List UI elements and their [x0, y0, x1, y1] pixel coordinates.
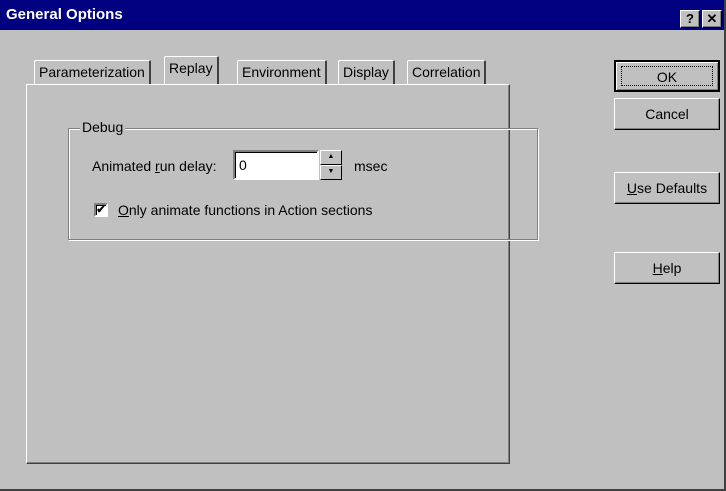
tab-replay[interactable]: Replay: [164, 56, 219, 84]
delay-unit-label: msec: [354, 158, 388, 174]
animated-run-delay-label: Animated run delay:: [92, 158, 217, 174]
spin-up-button[interactable]: ▲: [320, 150, 342, 165]
help-icon[interactable]: ?: [680, 10, 700, 28]
help-button[interactable]: Help: [614, 252, 720, 284]
tab-correlation[interactable]: Correlation: [407, 60, 487, 84]
cancel-button[interactable]: Cancel: [614, 98, 720, 130]
close-icon[interactable]: ✕: [702, 10, 722, 28]
tab-display[interactable]: Display: [338, 60, 395, 84]
tab-environment[interactable]: Environment: [237, 60, 327, 84]
window-title: General Options: [6, 6, 123, 23]
focus-rect: [621, 66, 713, 86]
debug-group-legend: Debug: [80, 119, 126, 135]
ok-button[interactable]: OK: [614, 60, 720, 92]
animate-action-sections-checkbox[interactable]: ✔: [94, 203, 108, 217]
debug-groupbox: [68, 128, 538, 240]
run-delay-input[interactable]: [233, 150, 319, 180]
general-options-dialog: General Options ? ✕ Parameterization Rep…: [0, 0, 726, 491]
spin-down-button[interactable]: ▼: [320, 165, 342, 180]
title-bar[interactable]: General Options ? ✕: [0, 0, 724, 30]
animate-action-sections-label[interactable]: Only animate functions in Action section…: [118, 202, 372, 218]
use-defaults-button[interactable]: Use Defaults: [614, 172, 720, 204]
tab-parameterization[interactable]: Parameterization: [34, 60, 151, 84]
